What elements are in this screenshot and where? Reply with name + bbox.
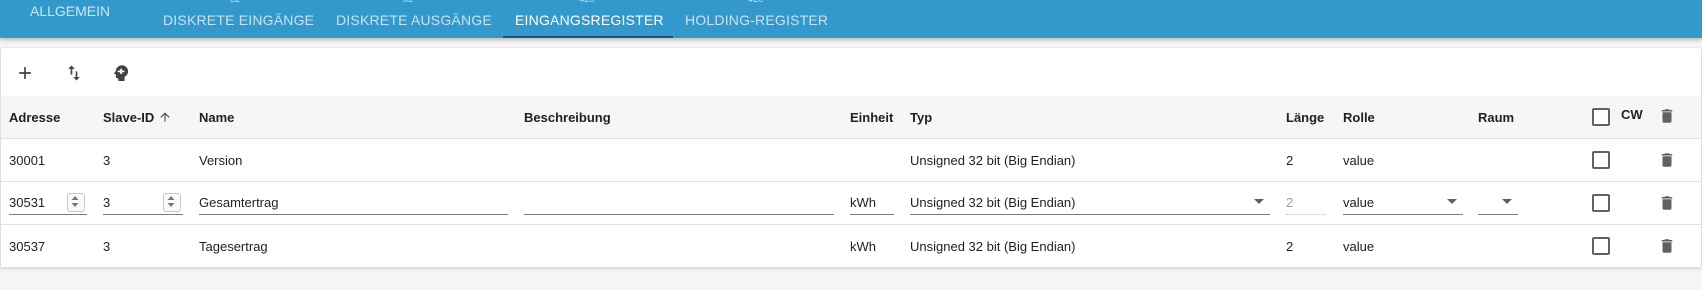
slave-id-spinner[interactable]: [163, 193, 181, 212]
slave-id-value: 3: [103, 195, 111, 210]
cell-address: 30537: [9, 239, 46, 254]
header-length[interactable]: Länge: [1286, 110, 1324, 125]
delete-row-button[interactable]: [1658, 236, 1676, 256]
tab-input-registers[interactable]: 420 EINGANGSREGISTER: [515, 0, 664, 38]
tab-label: DISKRETE AUSGÄNGE: [336, 12, 492, 28]
tab-holding-registers[interactable]: 420 HOLDING-REGISTER: [685, 0, 829, 38]
tab-badge: 420: [579, 0, 595, 4]
dropdown-arrow-icon: [1447, 199, 1457, 204]
tab-badge: 32: [230, 0, 240, 4]
tab-badge: 420: [748, 0, 764, 4]
header-slave-id[interactable]: Slave-ID: [103, 110, 172, 127]
address-value: 30531: [9, 195, 46, 210]
dropdown-arrow-icon: [1254, 199, 1264, 204]
delete-row-button[interactable]: [1658, 193, 1676, 213]
address-input[interactable]: 30531: [9, 192, 87, 215]
cell-type: Unsigned 32 bit (Big Endian): [910, 239, 1076, 254]
sort-ascending-icon: [158, 110, 172, 127]
cell-length: 2: [1286, 153, 1294, 168]
cell-role: value: [1343, 239, 1375, 254]
cell-role: value: [1343, 153, 1375, 168]
tab-discrete-inputs[interactable]: 32 DISKRETE EINGÄNGE: [163, 0, 315, 38]
header-name[interactable]: Name: [199, 110, 234, 125]
tab-discrete-outputs[interactable]: 32 DISKRETE AUSGÄNGE: [336, 0, 492, 38]
dropdown-arrow-icon: [1502, 199, 1512, 204]
trash-icon: [1661, 109, 1673, 123]
length-input: 2: [1286, 192, 1326, 215]
header-cw[interactable]: CW: [1621, 107, 1643, 122]
table-row: 30537 3 Tagesertrag kWh Unsigned 32 bit …: [1, 225, 1701, 268]
spinner-arrows-icon: [167, 196, 175, 207]
type-select[interactable]: Unsigned 32 bit (Big Endian): [910, 192, 1270, 215]
cell-slave-id: 3: [103, 239, 111, 254]
select-all-checkbox[interactable]: [1592, 108, 1610, 126]
header-room[interactable]: Raum: [1478, 110, 1514, 125]
delete-all-button[interactable]: [1658, 106, 1676, 126]
import-export-button[interactable]: [61, 60, 87, 86]
tab-general[interactable]: ALLGEMEIN: [30, 3, 110, 19]
address-spinner[interactable]: [67, 193, 85, 212]
slave-id-input[interactable]: 3: [103, 192, 183, 215]
head-button[interactable]: [108, 60, 134, 86]
cw-checkbox[interactable]: [1592, 237, 1610, 255]
import-export-icon: [68, 65, 80, 81]
header-address[interactable]: Adresse: [9, 110, 60, 125]
description-input[interactable]: [524, 192, 834, 215]
table-header: Adresse Slave-ID Name Beschreibung Einhe…: [1, 96, 1701, 139]
tab-label: EINGANGSREGISTER: [515, 12, 664, 28]
trash-icon: [1661, 239, 1673, 253]
register-table-card: Adresse Slave-ID Name Beschreibung Einhe…: [1, 48, 1701, 268]
cell-unit: kWh: [850, 239, 876, 254]
add-button[interactable]: [12, 60, 38, 86]
cell-address: 30001: [9, 153, 46, 168]
delete-row-button[interactable]: [1658, 150, 1676, 170]
name-input[interactable]: Gesamtertrag: [199, 192, 508, 215]
unit-value: kWh: [850, 195, 876, 210]
cell-name: Tagesertrag: [199, 239, 268, 254]
unit-input[interactable]: kWh: [850, 192, 894, 215]
header-type[interactable]: Typ: [910, 110, 932, 125]
header-description[interactable]: Beschreibung: [524, 110, 611, 125]
header-role[interactable]: Rolle: [1343, 110, 1375, 125]
cell-type: Unsigned 32 bit (Big Endian): [910, 153, 1076, 168]
head-icon: [114, 65, 129, 81]
active-tab-indicator: [503, 36, 673, 38]
tab-label: HOLDING-REGISTER: [685, 12, 829, 28]
name-value: Gesamtertrag: [199, 195, 279, 210]
type-value: Unsigned 32 bit (Big Endian): [910, 195, 1076, 210]
trash-icon: [1661, 196, 1673, 210]
room-select[interactable]: [1478, 192, 1518, 215]
length-value: 2: [1286, 195, 1294, 210]
role-value: value: [1343, 195, 1375, 210]
cell-name: Version: [199, 153, 243, 168]
cell-slave-id: 3: [103, 153, 111, 168]
add-icon: [19, 67, 31, 79]
header-unit[interactable]: Einheit: [850, 110, 893, 125]
cw-checkbox[interactable]: [1592, 151, 1610, 169]
header-slave-id-label: Slave-ID: [103, 110, 155, 125]
table-row-editing: 30531 3 Gesamtertrag kWh Unsigned 32 bit…: [1, 182, 1701, 225]
table-row: 30001 3 Version Unsigned 32 bit (Big End…: [1, 139, 1701, 182]
role-select[interactable]: value: [1343, 192, 1463, 215]
cw-checkbox[interactable]: [1592, 194, 1610, 212]
tab-bar: ALLGEMEIN 32 DISKRETE EINGÄNGE 32 DISKRE…: [0, 0, 1702, 38]
spinner-arrows-icon: [71, 196, 79, 207]
trash-icon: [1661, 153, 1673, 167]
cell-length: 2: [1286, 239, 1294, 254]
tab-label: DISKRETE EINGÄNGE: [163, 12, 315, 28]
tab-badge: 32: [403, 0, 413, 4]
